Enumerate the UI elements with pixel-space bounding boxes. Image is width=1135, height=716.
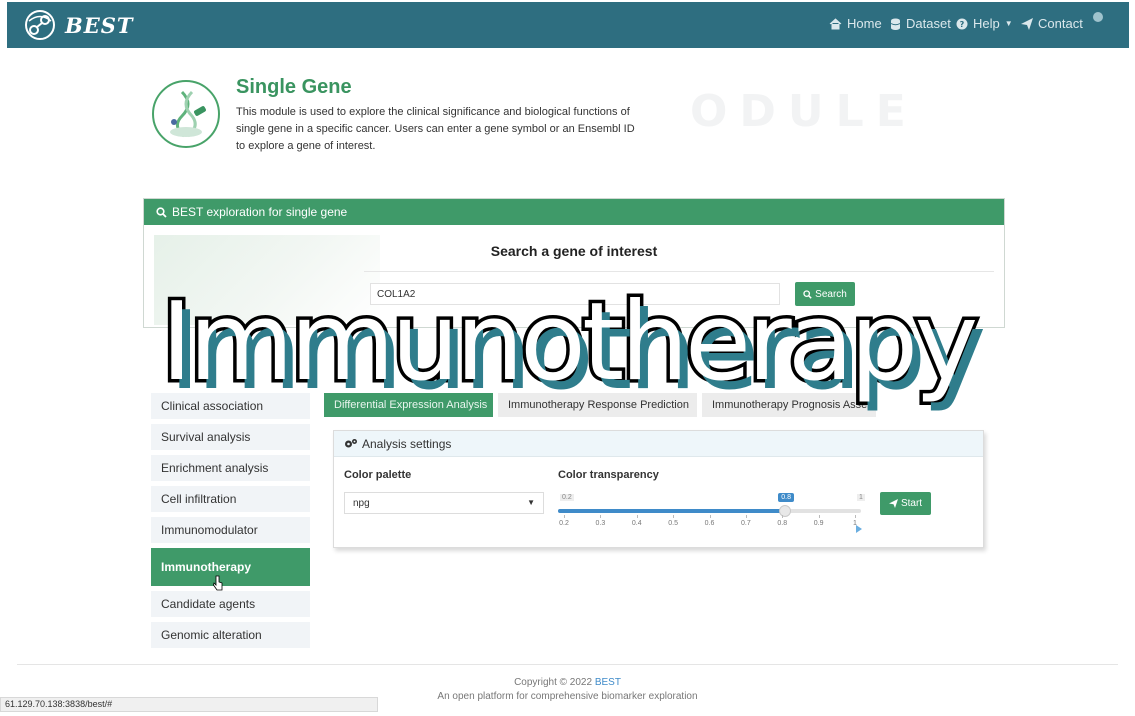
- nav-home-label: Home: [847, 16, 882, 31]
- slider-tick-mark: [600, 515, 602, 518]
- search-title: Search a gene of interest: [490, 243, 658, 259]
- start-button[interactable]: Start: [880, 492, 931, 515]
- sidebar-item-survival-analysis[interactable]: Survival analysis: [151, 424, 310, 450]
- slider-tick-label: 0.9: [813, 520, 824, 527]
- color-palette-label: Color palette: [344, 469, 412, 481]
- analysis-settings-box: Analysis settings Color palette Color tr…: [333, 430, 984, 548]
- sidebar-item-enrichment-analysis[interactable]: Enrichment analysis: [151, 455, 310, 481]
- footer-copyright: Copyright © 2022 BEST: [0, 677, 1135, 688]
- copyright-text: Copyright © 2022: [514, 677, 595, 688]
- home-icon: [829, 17, 842, 29]
- slider-tick-label: 1: [853, 520, 857, 527]
- sidebar-item-label: Survival analysis: [161, 430, 251, 444]
- sidebar-item-genomic-alteration[interactable]: Genomic alteration: [151, 622, 310, 648]
- analysis-settings-header: Analysis settings: [334, 431, 983, 457]
- slider-tick-label: 0.2: [559, 520, 569, 527]
- search-icon: [156, 206, 167, 218]
- transparency-slider[interactable]: [558, 505, 861, 517]
- sidebar-item-candidate-agents[interactable]: Candidate agents: [151, 591, 310, 617]
- nav-dataset-label: Dataset: [906, 16, 951, 31]
- sidebar-item-label: Genomic alteration: [161, 628, 262, 642]
- slider-max-label: 1: [857, 494, 865, 501]
- analysis-settings-title: Analysis settings: [362, 436, 452, 451]
- slider-tick-mark: [673, 515, 675, 518]
- footer-divider: [17, 664, 1118, 665]
- slider-tick-label: 0.3: [595, 520, 606, 527]
- sidebar-item-cell-infiltration[interactable]: Cell infiltration: [151, 486, 310, 512]
- module-title: Single Gene: [236, 76, 352, 98]
- slider-handle[interactable]: [779, 505, 792, 517]
- sidebar-item-label: Immunomodulator: [161, 523, 258, 537]
- module-watermark: ODULE: [690, 86, 918, 137]
- brand-name: BEST: [65, 12, 134, 38]
- caret-down-icon: ▼: [527, 498, 535, 507]
- slider-tick-mark: [636, 515, 638, 518]
- sidebar-item-immunomodulator[interactable]: Immunomodulator: [151, 517, 310, 543]
- copyright-brand-link[interactable]: BEST: [595, 677, 621, 688]
- slider-fill: [558, 509, 786, 513]
- slider-tick-mark: [745, 515, 747, 518]
- paper-plane-icon: [888, 499, 898, 508]
- slider-tick-mark: [855, 515, 856, 518]
- nav-contact[interactable]: Contact: [1021, 16, 1083, 31]
- question-circle-icon: ?: [956, 18, 968, 29]
- status-dot: [1093, 12, 1103, 22]
- caret-down-icon: ▼: [1004, 19, 1013, 28]
- gears-icon: [345, 439, 357, 448]
- slider-min-label: 0.2: [560, 494, 574, 501]
- database-icon: [890, 18, 901, 30]
- color-palette-select[interactable]: npg ▼: [344, 492, 544, 514]
- panel-header-label: BEST exploration for single gene: [172, 205, 348, 219]
- sidebar-item-label: Enrichment analysis: [161, 461, 269, 475]
- slider-tick-mark: [564, 515, 565, 518]
- nav-help[interactable]: ? Help ▼: [956, 16, 1013, 31]
- slider-tick-label: 0.8: [777, 520, 788, 527]
- browser-status-bar: 61.129.70.138:3838/best/#: [0, 697, 378, 712]
- paper-plane-icon: [1021, 17, 1033, 30]
- divider: [364, 271, 994, 272]
- nav-home[interactable]: Home: [829, 16, 882, 31]
- sidebar-item-label: Candidate agents: [161, 597, 256, 611]
- overlay-caption: Immunotherapy: [157, 277, 982, 409]
- slider-value-label: 0.8: [778, 493, 794, 502]
- sidebar-item-label: Cell infiltration: [161, 492, 237, 506]
- nav-dataset[interactable]: Dataset: [890, 16, 951, 31]
- navbar: BEST Home Dataset ? Help ▼ Contact: [7, 2, 1129, 48]
- slider-tick-label: 0.7: [741, 520, 751, 527]
- logo-icon: [25, 10, 55, 40]
- palette-selected-value: npg: [353, 497, 370, 509]
- slider-tick-mark: [782, 515, 784, 518]
- svg-text:?: ?: [960, 20, 965, 29]
- dna-icon: [170, 90, 206, 138]
- brand-logo[interactable]: BEST: [23, 8, 134, 42]
- module-description: This module is used to explore the clini…: [236, 106, 635, 152]
- sidebar-item-immunotherapy[interactable]: Immunotherapy: [151, 548, 310, 586]
- nav-help-label: Help: [973, 16, 1000, 31]
- color-transparency-label: Color transparency: [558, 469, 659, 481]
- start-button-label: Start: [900, 498, 923, 509]
- nav-contact-label: Contact: [1038, 16, 1083, 31]
- slider-tick-label: 0.5: [668, 520, 678, 527]
- sidebar-item-label: Immunotherapy: [161, 560, 252, 574]
- slider-tick-label: 0.6: [704, 520, 715, 527]
- hand-cursor-icon: [213, 575, 223, 591]
- slider-tick-label: 0.4: [631, 520, 642, 527]
- slider-tick-mark: [709, 515, 711, 518]
- panel-header: BEST exploration for single gene: [144, 199, 1004, 225]
- module-icon: [152, 80, 220, 148]
- slider-tick-mark: [818, 515, 820, 518]
